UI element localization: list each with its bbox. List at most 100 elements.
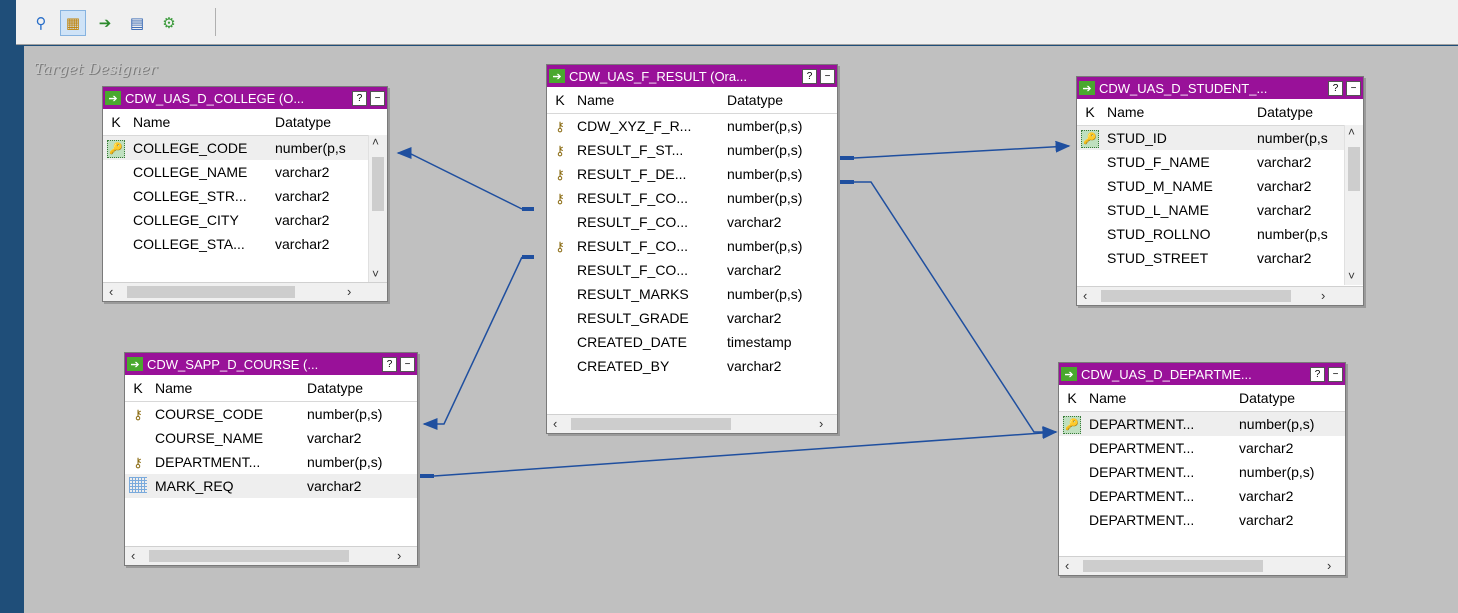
table-row[interactable]: STUD_STREET varchar2 bbox=[1077, 246, 1363, 270]
table-arrow-icon: ➔ bbox=[1079, 81, 1095, 95]
scroll-thumb[interactable] bbox=[372, 157, 384, 211]
column-datatype: varchar2 bbox=[727, 262, 782, 278]
table-row[interactable]: 🔑 DEPARTMENT... number(p,s) bbox=[1059, 412, 1345, 436]
column-name: CDW_XYZ_F_R... bbox=[577, 118, 692, 134]
table-row[interactable]: CREATED_DATE timestamp bbox=[547, 330, 837, 354]
foreign-key-icon: ⚷ bbox=[555, 190, 565, 206]
scroll-right-icon[interactable]: › bbox=[397, 547, 401, 565]
table-college[interactable]: ➔ CDW_UAS_D_COLLEGE (O... ? − K Name Dat… bbox=[102, 86, 388, 302]
table-row[interactable]: COLLEGE_STR... varchar2 bbox=[103, 184, 387, 208]
table-row[interactable]: STUD_L_NAME varchar2 bbox=[1077, 198, 1363, 222]
horizontal-scrollbar[interactable]: ‹ › bbox=[1059, 556, 1345, 575]
table-title: CDW_UAS_D_COLLEGE (O... bbox=[125, 90, 305, 106]
table-row[interactable]: RESULT_F_CO... varchar2 bbox=[547, 258, 837, 282]
scroll-left-icon[interactable]: ‹ bbox=[1083, 287, 1087, 305]
table-title-bar[interactable]: ➔ CDW_UAS_D_DEPARTME... ? − bbox=[1059, 363, 1345, 385]
help-button[interactable]: ? bbox=[382, 356, 397, 372]
scroll-down-icon[interactable]: ˅ bbox=[1348, 269, 1355, 283]
table-department[interactable]: ➔ CDW_UAS_D_DEPARTME... ? − K Name Datat… bbox=[1058, 362, 1346, 576]
table-row[interactable]: STUD_ROLLNO number(p,s bbox=[1077, 222, 1363, 246]
vertical-scrollbar[interactable]: ˄ ˅ bbox=[1344, 125, 1363, 285]
target-designer-canvas[interactable]: Target Designer ➔ CDW_UAS_D_COLLEGE (O..… bbox=[24, 46, 1458, 613]
help-button[interactable]: ? bbox=[1328, 80, 1343, 96]
scroll-thumb[interactable] bbox=[1348, 147, 1360, 191]
zoom-icon[interactable]: ⚲ bbox=[28, 10, 54, 36]
table-row[interactable]: COURSE_NAME varchar2 bbox=[125, 426, 417, 450]
table-row[interactable]: COLLEGE_CITY varchar2 bbox=[103, 208, 387, 232]
table-row[interactable]: ⚷ RESULT_F_CO... number(p,s) bbox=[547, 186, 837, 210]
table-title-bar[interactable]: ➔ CDW_UAS_F_RESULT (Ora... ? − bbox=[547, 65, 837, 87]
scroll-thumb[interactable] bbox=[571, 418, 731, 430]
scroll-left-icon[interactable]: ‹ bbox=[109, 283, 113, 301]
table-row[interactable]: RESULT_MARKS number(p,s) bbox=[547, 282, 837, 306]
minimize-button[interactable]: − bbox=[370, 90, 385, 106]
table-row[interactable]: ⚷ DEPARTMENT... number(p,s) bbox=[125, 450, 417, 474]
table-row[interactable]: ⚷ COURSE_CODE number(p,s) bbox=[125, 402, 417, 426]
link-result-department bbox=[854, 181, 1058, 438]
scroll-right-icon[interactable]: › bbox=[819, 415, 823, 433]
scroll-left-icon[interactable]: ‹ bbox=[553, 415, 557, 433]
table-row[interactable]: 🔑 STUD_ID number(p,s bbox=[1077, 126, 1363, 150]
table-row[interactable]: DEPARTMENT... varchar2 bbox=[1059, 508, 1345, 532]
scroll-right-icon[interactable]: › bbox=[1327, 557, 1331, 575]
table-row[interactable]: ⚷ RESULT_F_ST... number(p,s) bbox=[547, 138, 837, 162]
table-row[interactable]: RESULT_GRADE varchar2 bbox=[547, 306, 837, 330]
scroll-right-icon[interactable]: › bbox=[1321, 287, 1325, 305]
link-icon[interactable]: ⚙ bbox=[156, 10, 182, 36]
table-row[interactable]: 🔑 COLLEGE_CODE number(p,s bbox=[103, 136, 387, 160]
scroll-up-icon[interactable]: ˄ bbox=[1348, 125, 1355, 139]
table-row[interactable]: DEPARTMENT... number(p,s) bbox=[1059, 460, 1345, 484]
table-row[interactable]: COLLEGE_NAME varchar2 bbox=[103, 160, 387, 184]
table-row[interactable]: ⚷ CDW_XYZ_F_R... number(p,s) bbox=[547, 114, 837, 138]
table-row[interactable]: RESULT_F_CO... varchar2 bbox=[547, 210, 837, 234]
column-datatype: varchar2 bbox=[1257, 178, 1312, 194]
column-datatype: varchar2 bbox=[275, 236, 330, 252]
column-name: RESULT_F_ST... bbox=[577, 142, 684, 158]
table-title-bar[interactable]: ➔ CDW_UAS_D_COLLEGE (O... ? − bbox=[103, 87, 387, 109]
vertical-scrollbar[interactable]: ˄ ˅ bbox=[368, 135, 387, 283]
column-name: STUD_L_NAME bbox=[1107, 202, 1209, 218]
table-course[interactable]: ➔ CDW_SAPP_D_COURSE (... ? − K Name Data… bbox=[124, 352, 418, 566]
table-arrow-icon: ➔ bbox=[549, 69, 565, 83]
horizontal-scrollbar[interactable]: ‹ › bbox=[125, 546, 417, 565]
table-row[interactable]: ⚷ RESULT_F_CO... number(p,s) bbox=[547, 234, 837, 258]
table-row[interactable]: COLLEGE_STA... varchar2 bbox=[103, 232, 387, 256]
scroll-thumb[interactable] bbox=[149, 550, 349, 562]
table-title: CDW_UAS_F_RESULT (Ora... bbox=[569, 68, 747, 84]
horizontal-scrollbar[interactable]: ‹ › bbox=[103, 282, 387, 301]
scroll-left-icon[interactable]: ‹ bbox=[131, 547, 135, 565]
scroll-thumb[interactable] bbox=[1083, 560, 1263, 572]
scroll-right-icon[interactable]: › bbox=[347, 283, 351, 301]
horizontal-scrollbar[interactable]: ‹ › bbox=[547, 414, 837, 433]
table-icon[interactable]: ▤ bbox=[124, 10, 150, 36]
table-row[interactable]: MARK_REQ varchar2 bbox=[125, 474, 417, 498]
arrange-icon[interactable]: ▦ bbox=[60, 10, 86, 36]
column-name: COLLEGE_CITY bbox=[133, 212, 239, 228]
table-row[interactable]: CREATED_BY varchar2 bbox=[547, 354, 837, 378]
scroll-up-icon[interactable]: ˄ bbox=[372, 135, 379, 149]
table-row[interactable]: DEPARTMENT... varchar2 bbox=[1059, 436, 1345, 460]
scroll-thumb[interactable] bbox=[127, 286, 295, 298]
minimize-button[interactable]: − bbox=[400, 356, 415, 372]
scroll-thumb[interactable] bbox=[1101, 290, 1291, 302]
table-arrow-icon: ➔ bbox=[1061, 367, 1077, 381]
table-student[interactable]: ➔ CDW_UAS_D_STUDENT_... ? − K Name Datat… bbox=[1076, 76, 1364, 306]
horizontal-scrollbar[interactable]: ‹ › bbox=[1077, 286, 1363, 305]
scroll-left-icon[interactable]: ‹ bbox=[1065, 557, 1069, 575]
table-title-bar[interactable]: ➔ CDW_UAS_D_STUDENT_... ? − bbox=[1077, 77, 1363, 99]
column-datatype: varchar2 bbox=[1257, 202, 1312, 218]
table-row[interactable]: DEPARTMENT... varchar2 bbox=[1059, 484, 1345, 508]
help-button[interactable]: ? bbox=[802, 68, 817, 84]
table-row[interactable]: STUD_F_NAME varchar2 bbox=[1077, 150, 1363, 174]
minimize-button[interactable]: − bbox=[1346, 80, 1361, 96]
minimize-button[interactable]: − bbox=[1328, 366, 1343, 382]
minimize-button[interactable]: − bbox=[820, 68, 835, 84]
import-icon[interactable]: ➔ bbox=[92, 10, 118, 36]
help-button[interactable]: ? bbox=[352, 90, 367, 106]
table-title-bar[interactable]: ➔ CDW_SAPP_D_COURSE (... ? − bbox=[125, 353, 417, 375]
table-row[interactable]: ⚷ RESULT_F_DE... number(p,s) bbox=[547, 162, 837, 186]
help-button[interactable]: ? bbox=[1310, 366, 1325, 382]
table-row[interactable]: STUD_M_NAME varchar2 bbox=[1077, 174, 1363, 198]
table-result[interactable]: ➔ CDW_UAS_F_RESULT (Ora... ? − K Name Da… bbox=[546, 64, 838, 434]
scroll-down-icon[interactable]: ˅ bbox=[372, 267, 379, 281]
